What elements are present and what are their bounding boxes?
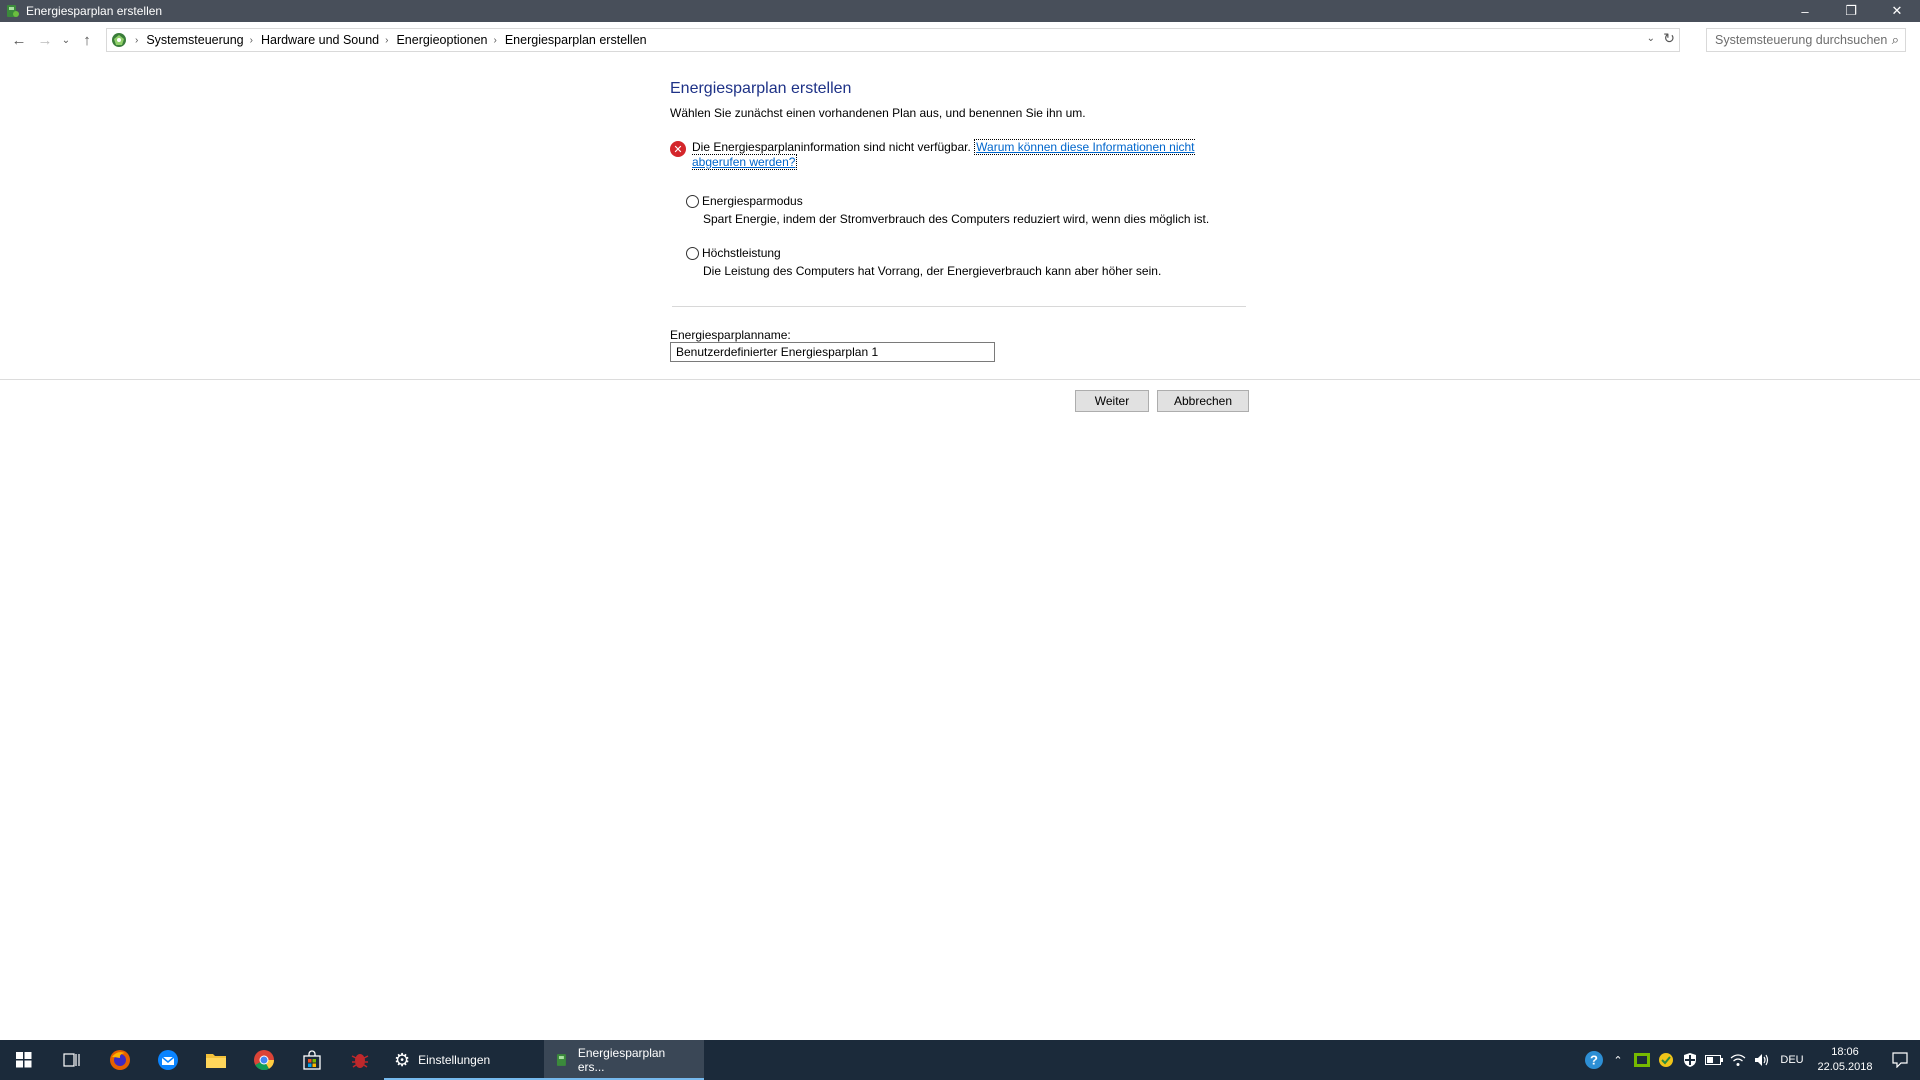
help-icon[interactable]: ? (1582, 1040, 1606, 1080)
wifi-icon[interactable] (1726, 1040, 1750, 1080)
error-message: ✕ Die Energiesparplaninformation sind ni… (670, 139, 1217, 170)
breadcrumb-energieoptionen[interactable]: Energieoptionen (396, 33, 487, 47)
breadcrumb-systemsteuerung[interactable]: Systemsteuerung (146, 33, 243, 47)
navigation-bar: ← → ⌄ ↑ › Systemsteuerung › Hardware und… (0, 22, 1920, 58)
bug-icon (351, 1054, 369, 1068)
intro-text: Wählen Sie zunächst einen vorhandenen Pl… (670, 106, 1086, 120)
power-options-icon (556, 1054, 566, 1066)
gear-icon: ⚙ (394, 1049, 411, 1070)
svg-text:?: ? (1590, 1053, 1598, 1068)
plan-option-energiesparmodus[interactable]: Energiesparmodus Spart Energie, indem de… (686, 194, 1209, 226)
store-taskbar-button[interactable] (288, 1040, 336, 1080)
task-view-button[interactable] (48, 1040, 96, 1080)
plan-description: Die Leistung des Computers hat Vorrang, … (703, 264, 1162, 278)
windows-logo-icon (16, 1052, 32, 1068)
chrome-taskbar-button[interactable] (240, 1040, 288, 1080)
refresh-icon[interactable]: ↻ (1663, 30, 1675, 47)
forward-button[interactable]: → (32, 27, 58, 53)
breadcrumb-energiesparplan-erstellen[interactable]: Energiesparplan erstellen (505, 33, 647, 47)
next-button[interactable]: Weiter (1075, 390, 1149, 412)
search-placeholder: Systemsteuerung durchsuchen (1715, 33, 1888, 47)
search-icon[interactable]: ⌕ (1892, 32, 1899, 48)
firefox-taskbar-button[interactable] (96, 1040, 144, 1080)
store-bag-icon (303, 1050, 321, 1070)
system-tray: ? ⌃ DEU 18:06 22.05.2018 (1582, 1040, 1920, 1080)
plan-name[interactable]: Energiesparmodus (702, 194, 803, 208)
plan-name-label: Energiesparplanname: (670, 328, 791, 342)
chevron-right-icon[interactable]: › (494, 35, 497, 46)
recent-locations-button[interactable]: ⌄ (58, 27, 74, 53)
security-check-icon[interactable] (1654, 1040, 1678, 1080)
main-content: Energiesparplan erstellen Wählen Sie zun… (0, 58, 1920, 1040)
volume-icon[interactable] (1750, 1040, 1774, 1080)
chevron-down-icon[interactable]: ⌄ (1647, 33, 1655, 44)
plan-description: Spart Energie, indem der Stromverbrauch … (703, 212, 1210, 226)
chevron-right-icon[interactable]: › (385, 35, 388, 46)
file-explorer-taskbar-button[interactable] (192, 1040, 240, 1080)
divider (672, 306, 1246, 307)
window-title: Energiesparplan erstellen (26, 4, 163, 18)
thunderbird-taskbar-button[interactable] (144, 1040, 192, 1080)
clock-date: 22.05.2018 (1817, 1061, 1873, 1073)
cancel-button[interactable]: Abbrechen (1157, 390, 1249, 412)
firefox-icon (110, 1050, 130, 1070)
control-panel-icon (112, 33, 126, 47)
address-bar[interactable]: › Systemsteuerung › Hardware und Sound ›… (106, 28, 1680, 52)
plan-name-field[interactable] (670, 342, 995, 362)
red-app-taskbar-button[interactable] (336, 1040, 384, 1080)
close-button[interactable]: ✕ (1874, 0, 1920, 22)
plan-name[interactable]: Höchstleistung (702, 246, 781, 260)
footer-divider (0, 379, 1920, 380)
nvidia-icon[interactable] (1630, 1040, 1654, 1080)
thunderbird-icon (158, 1050, 178, 1070)
back-button[interactable]: ← (6, 27, 32, 53)
power-options-icon (7, 5, 19, 17)
up-button[interactable]: ↑ (74, 27, 100, 53)
plan-option-hoechstleistung[interactable]: Höchstleistung Die Leistung des Computer… (686, 246, 1161, 278)
action-center-button[interactable] (1880, 1040, 1920, 1080)
chrome-icon (254, 1050, 275, 1071)
breadcrumb-hardware-und-sound[interactable]: Hardware und Sound (261, 33, 379, 47)
battery-icon[interactable] (1702, 1040, 1726, 1080)
restore-button[interactable]: ❐ (1828, 0, 1874, 22)
start-button[interactable] (0, 1040, 48, 1080)
taskbar: ⚙ Einstellungen Energiesparplan ers... ?… (0, 1040, 1920, 1080)
chevron-up-icon[interactable]: ⌃ (1606, 1040, 1630, 1080)
chevron-right-icon: › (135, 34, 139, 46)
radio-button[interactable] (686, 246, 699, 260)
error-text: Die Energiesparplaninformation sind nich… (692, 140, 971, 154)
taskbar-app-energiesparplan[interactable]: Energiesparplan ers... (544, 1040, 704, 1080)
chevron-right-icon[interactable]: › (250, 35, 253, 46)
taskbar-app-einstellungen[interactable]: ⚙ Einstellungen (384, 1040, 544, 1080)
search-input[interactable]: Systemsteuerung durchsuchen ⌕ (1706, 28, 1906, 52)
page-title: Energiesparplan erstellen (670, 80, 852, 97)
shield-icon[interactable] (1678, 1040, 1702, 1080)
task-view-icon (63, 1053, 80, 1067)
clock[interactable]: 18:06 22.05.2018 (1810, 1045, 1880, 1075)
taskbar-app-label: Einstellungen (418, 1053, 491, 1067)
clock-time: 18:06 (1831, 1046, 1859, 1058)
minimize-button[interactable]: – (1782, 0, 1828, 22)
notification-icon (1892, 1052, 1908, 1068)
folder-icon (206, 1054, 226, 1068)
radio-button[interactable] (686, 194, 699, 208)
input-language-indicator[interactable]: DEU (1774, 1054, 1810, 1066)
taskbar-app-label: Energiesparplan ers... (577, 1046, 666, 1074)
title-bar: Energiesparplan erstellen – ❐ ✕ (0, 0, 1920, 22)
error-icon: ✕ (670, 141, 686, 157)
